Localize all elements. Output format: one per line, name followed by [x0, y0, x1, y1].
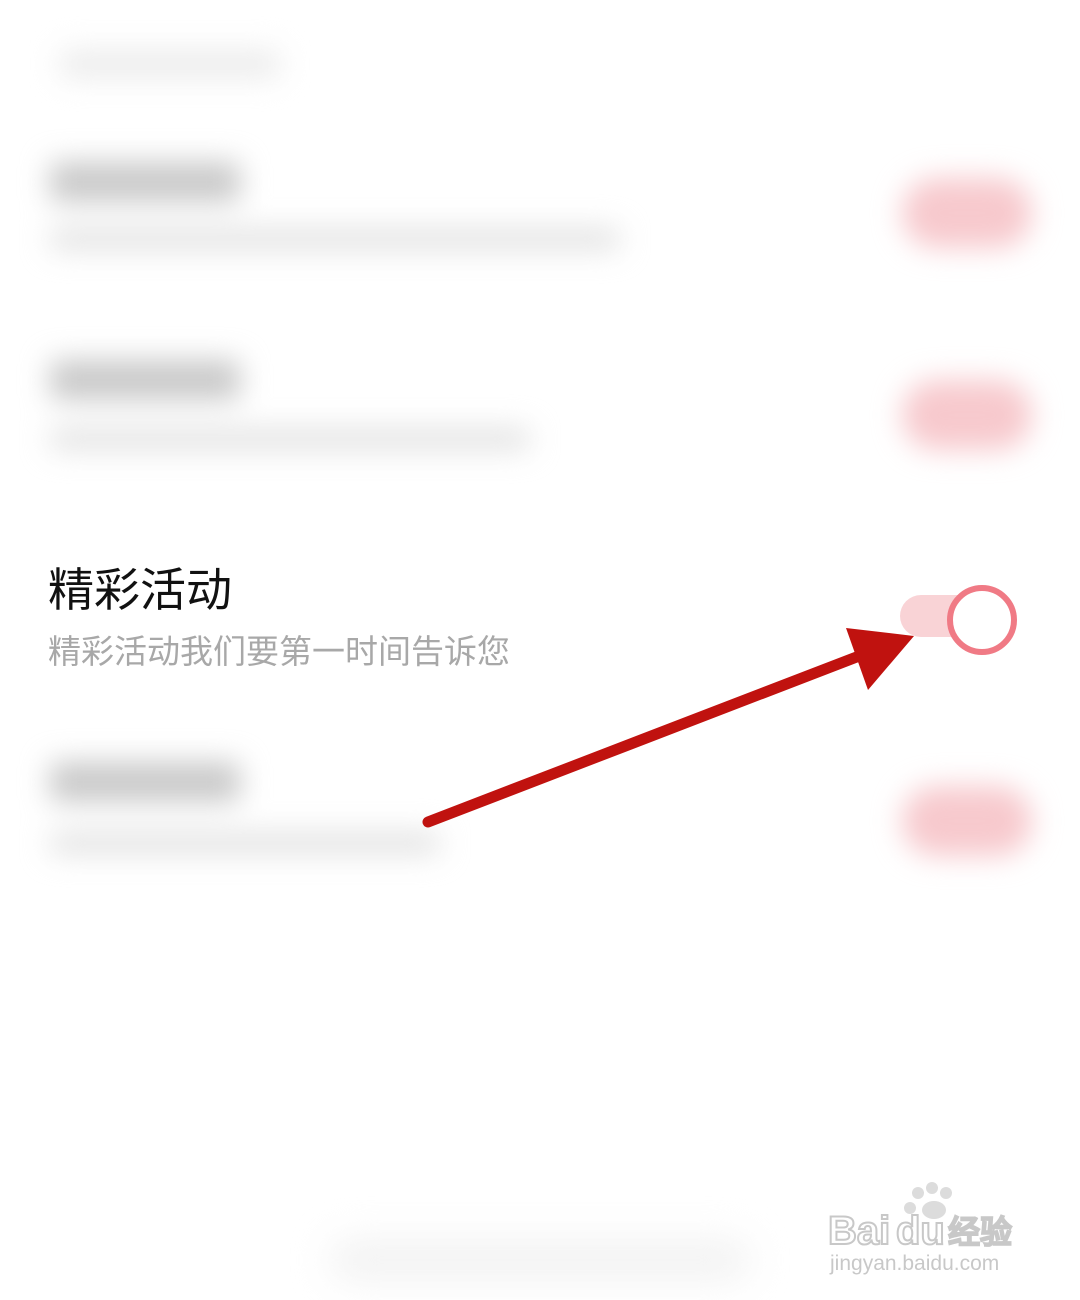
svg-text:du: du [896, 1209, 945, 1253]
baidu-jingyan-watermark: Bai du 经验 jingyan.baidu.com [826, 1180, 1026, 1280]
obscured-setting-row [0, 140, 1080, 290]
watermark-logo: Bai du 经验 jingyan.baidu.com [827, 1182, 1013, 1275]
obscured-toggle [902, 786, 1032, 856]
obscured-toggle [902, 380, 1032, 450]
settings-page: 精彩活动 精彩活动我们要第一时间告诉您 Bai du 经验 jingyan.ba… [0, 0, 1080, 1300]
obscured-title [50, 162, 240, 202]
obscured-setting-row [0, 340, 1080, 490]
setting-title: 精彩活动 [48, 563, 232, 617]
watermark-url: jingyan.baidu.com [829, 1252, 999, 1275]
obscured-subtitle [50, 832, 440, 854]
events-notification-toggle[interactable] [898, 582, 1022, 655]
obscured-toggle [902, 178, 1032, 248]
toggle-knob [947, 585, 1017, 655]
obscured-footer [330, 1240, 750, 1280]
svg-text:经验: 经验 [948, 1213, 1012, 1251]
obscured-setting-row [0, 740, 1080, 890]
setting-description: 精彩活动我们要第一时间告诉您 [48, 632, 510, 671]
obscured-subtitle [50, 428, 530, 450]
obscured-subtitle [50, 228, 620, 250]
obscured-title [50, 360, 240, 400]
obscured-title [50, 762, 240, 802]
svg-text:Bai: Bai [828, 1209, 890, 1253]
obscured-header [60, 50, 280, 78]
